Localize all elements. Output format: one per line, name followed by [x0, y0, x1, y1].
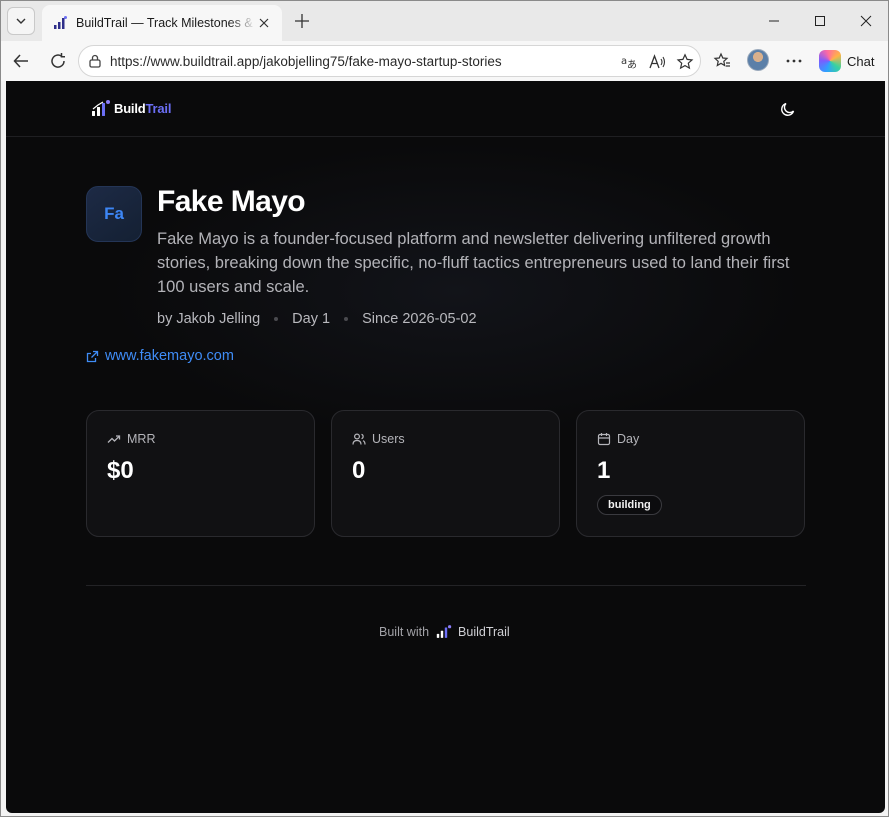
close-window-button[interactable] — [851, 9, 881, 33]
theme-toggle-button[interactable] — [778, 99, 798, 119]
refresh-button[interactable] — [44, 47, 72, 75]
stat-label-row: MRR — [107, 432, 155, 446]
close-icon — [860, 15, 872, 27]
project-meta: by Jakob Jelling Day 1 Since 2026-05-02 — [157, 311, 477, 327]
tab-title: BuildTrail — Track Milestones & Share Pr… — [76, 16, 256, 30]
refresh-icon — [51, 53, 65, 68]
project-website-link[interactable]: www.fakemayo.com — [86, 348, 234, 364]
chat-label: Chat — [847, 53, 875, 69]
copilot-chat-button[interactable]: Chat — [815, 46, 881, 76]
maximize-button[interactable] — [805, 9, 835, 33]
stat-label-row: Users — [352, 432, 405, 446]
stat-value-users: 0 — [352, 457, 366, 484]
status-badge: building — [597, 495, 662, 515]
buildtrail-favicon-icon — [52, 15, 68, 31]
copilot-icon — [819, 50, 841, 72]
plus-icon — [295, 14, 309, 28]
external-link-icon — [86, 350, 99, 362]
buildtrail-logo-icon — [92, 100, 110, 116]
close-tab-icon[interactable] — [256, 15, 272, 31]
browser-toolbar: https://www.buildtrail.app/jakobjelling7… — [1, 41, 888, 81]
stat-label: Day — [617, 432, 640, 446]
project-description: Fake Mayo is a founder-focused platform … — [157, 230, 790, 296]
new-tab-button[interactable] — [290, 9, 314, 33]
brand-logo-link[interactable]: Build Trail — [91, 99, 171, 117]
url-text[interactable]: https://www.buildtrail.app/jakobjelling7… — [110, 54, 502, 69]
favorites-icon — [713, 52, 730, 67]
lock-icon[interactable] — [87, 53, 103, 69]
minimize-icon — [769, 20, 779, 22]
buildtrail-logo-icon — [436, 625, 452, 638]
project-author: by Jakob Jelling — [157, 311, 261, 327]
read-aloud-icon[interactable] — [647, 52, 667, 72]
footer-brand-name: BuildTrail — [458, 624, 510, 639]
brand-name-build: Build — [114, 100, 146, 116]
address-bar[interactable]: https://www.buildtrail.app/jakobjelling7… — [78, 45, 701, 77]
project-day: Day 1 — [292, 311, 331, 327]
profile-avatar[interactable] — [747, 49, 769, 71]
stat-card-mrr: MRR $0 — [86, 410, 315, 537]
browser-window: BuildTrail — Track Milestones & Share Pr… — [0, 0, 889, 817]
project-since: Since 2026-05-02 — [362, 311, 477, 327]
meta-separator — [344, 317, 349, 321]
page-viewport: Build Trail Fa Fake Mayo Fake Mayo is a … — [6, 81, 885, 813]
users-icon — [352, 433, 366, 445]
more-menu-button[interactable] — [780, 47, 808, 75]
translate-icon[interactable]: aあ — [619, 52, 639, 72]
back-icon — [13, 54, 28, 68]
brand-name-trail: Trail — [145, 100, 172, 116]
footer: Built with BuildTrail — [379, 624, 510, 639]
project-title: Fake Mayo — [157, 185, 306, 218]
moon-icon — [781, 102, 795, 116]
back-button[interactable] — [7, 47, 35, 75]
meta-separator — [274, 317, 279, 321]
chevron-down-icon — [16, 18, 26, 24]
browser-tab-active[interactable]: BuildTrail — Track Milestones & Share Pr… — [42, 5, 282, 41]
more-icon — [786, 59, 802, 63]
favorites-button[interactable] — [708, 47, 736, 75]
maximize-icon — [815, 16, 825, 26]
stat-card-users: Users 0 — [331, 410, 560, 537]
footer-brand-link[interactable]: BuildTrail — [436, 624, 510, 639]
tab-actions-button[interactable] — [7, 7, 35, 35]
project-website-text: www.fakemayo.com — [105, 348, 234, 364]
stat-label: Users — [372, 432, 405, 446]
footer-divider — [86, 585, 806, 586]
tab-bar: BuildTrail — Track Milestones & Share Pr… — [1, 1, 888, 41]
footer-built-with: Built with — [379, 624, 430, 639]
minimize-button[interactable] — [759, 9, 789, 33]
stat-value-day: 1 — [597, 457, 611, 484]
stat-value-mrr: $0 — [107, 457, 134, 484]
stat-label: MRR — [127, 432, 156, 446]
project-avatar: Fa — [86, 186, 142, 242]
stat-card-day: Day 1 building — [576, 410, 805, 537]
site-header: Build Trail — [6, 81, 885, 137]
trending-up-icon — [107, 435, 121, 443]
stat-label-row: Day — [597, 432, 639, 446]
calendar-icon — [597, 433, 611, 446]
favorite-star-icon[interactable] — [675, 52, 695, 72]
svg-text:あ: あ — [627, 59, 637, 71]
